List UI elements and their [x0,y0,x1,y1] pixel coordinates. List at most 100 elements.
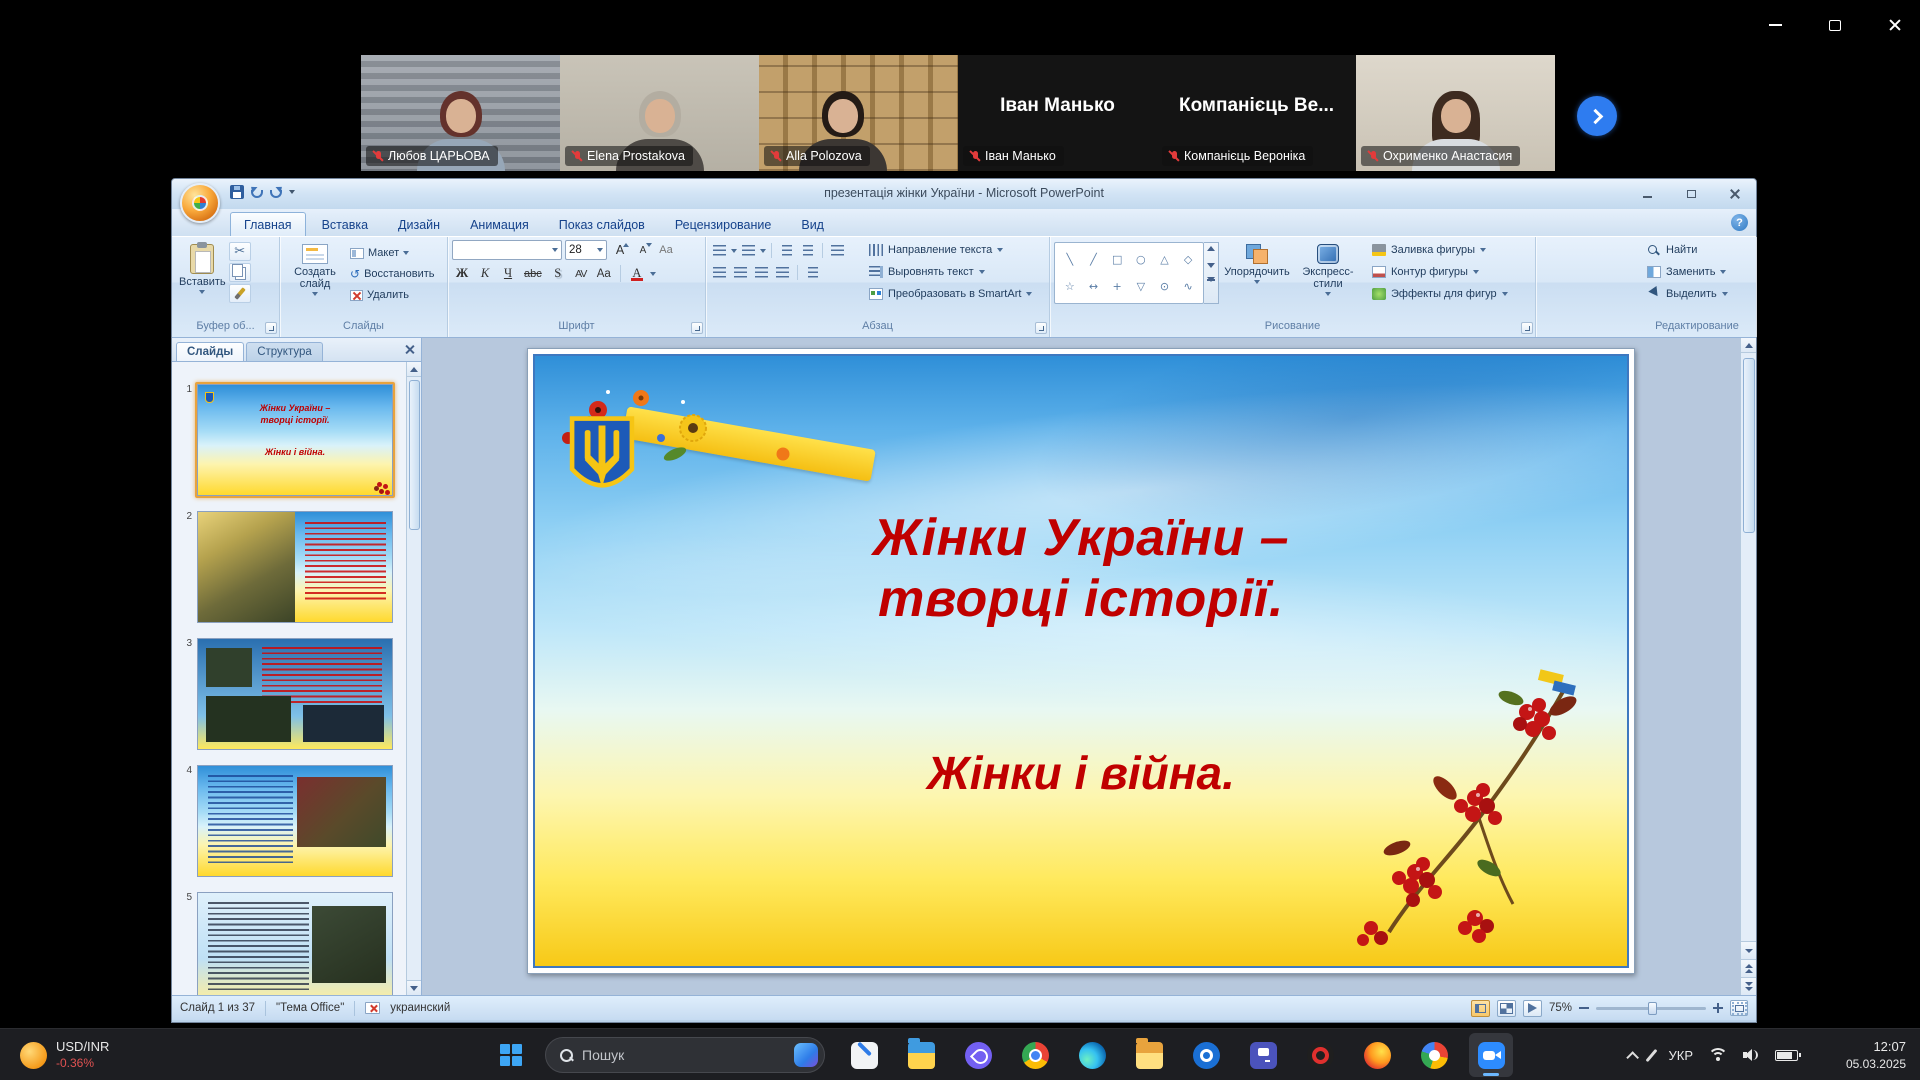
wifi-icon[interactable] [1708,1048,1728,1063]
taskbar-pen-input-app[interactable] [842,1033,886,1077]
spellcheck-icon[interactable] [365,1002,380,1014]
battery-icon[interactable] [1775,1050,1798,1061]
taskbar-zoom[interactable] [1469,1033,1513,1077]
new-slide-button[interactable]: Создать слайд [284,240,346,300]
dropdown-icon[interactable] [650,272,656,276]
fit-to-window-button[interactable] [1730,1000,1748,1016]
scrollbar-thumb[interactable] [1743,358,1755,533]
slide-sorter-button[interactable] [1497,1000,1516,1017]
line-spacing-button[interactable] [828,242,847,259]
office-button[interactable] [180,183,220,223]
scroll-up-icon[interactable] [407,362,421,377]
tab-design[interactable]: Дизайн [384,212,454,236]
minimize-button[interactable] [1764,14,1786,36]
numbering-button[interactable] [739,242,758,259]
reset-button[interactable]: ↺Восстановить [346,265,439,283]
start-button[interactable] [500,1044,522,1066]
zoom-slider[interactable] [1596,1007,1706,1010]
delete-slide-button[interactable]: Удалить [346,286,439,304]
zoom-slider-thumb[interactable] [1648,1002,1657,1015]
copy-button[interactable] [229,263,251,282]
underline-button[interactable]: Ч [498,264,518,283]
save-icon[interactable] [230,185,244,199]
quick-styles-button[interactable]: Экспресс-стили [1295,240,1361,300]
next-slide-button[interactable] [1741,977,1756,995]
align-left-button[interactable] [710,264,729,281]
character-spacing-button[interactable]: AV [571,264,591,283]
find-button[interactable]: Найти [1642,240,1752,260]
shape-outline-button[interactable]: Контур фигуры [1367,262,1531,282]
font-size-input[interactable] [569,244,597,256]
widgets-button[interactable]: USD/INR -0.36% [12,1029,117,1080]
tab-insert[interactable]: Вставка [308,212,382,236]
shape-effects-button[interactable]: Эффекты для фигур [1367,284,1531,304]
title-bar[interactable]: презентація жінки України - Microsoft Po… [172,179,1756,209]
close-button[interactable] [1884,14,1906,36]
previous-slide-button[interactable] [1741,959,1756,977]
slide-thumbnail[interactable] [195,636,395,752]
align-center-button[interactable] [731,264,750,281]
pen-tray-icon[interactable] [1646,1048,1658,1061]
tab-animation[interactable]: Анимация [456,212,543,236]
volume-icon[interactable] [1743,1048,1760,1062]
justify-button[interactable] [773,264,792,281]
text-direction-button[interactable]: Направление текста [864,240,1045,260]
format-painter-button[interactable] [229,284,251,303]
participant-tile[interactable]: Alla Polozova [759,55,958,171]
editor-scrollbar[interactable] [1740,338,1756,995]
participant-tile-no-video[interactable]: Компанієць Ве... Компанієць Вероніка [1157,55,1356,171]
taskbar-viber[interactable] [956,1033,1000,1077]
search-input[interactable] [582,1047,785,1063]
language-indicator[interactable]: украинский [390,1002,450,1014]
slide-thumbnail[interactable] [195,890,395,995]
dialog-launcher[interactable] [691,322,703,334]
redo-icon[interactable] [270,190,282,198]
clear-formatting-button[interactable]: Aa [656,241,676,260]
taskbar-file-explorer[interactable] [899,1033,943,1077]
zoom-in-icon[interactable] [1713,1003,1723,1013]
slide-thumbnail-selected[interactable]: Жінки України – творці історії. Жінки і … [195,382,395,498]
font-name-combo[interactable] [452,240,562,260]
slide-thumbnail[interactable] [195,509,395,625]
change-case-button[interactable]: Aa [594,264,614,283]
layout-button[interactable]: Макет [346,244,439,262]
taskbar-folder-app[interactable] [1127,1033,1171,1077]
shape-fill-button[interactable]: Заливка фигуры [1367,240,1531,260]
taskbar-google-app[interactable] [1412,1033,1456,1077]
replace-button[interactable]: Заменить [1642,262,1752,282]
panel-scrollbar[interactable] [406,362,421,995]
participant-tile-no-video[interactable]: Іван Манько Іван Манько [958,55,1157,171]
decrease-indent-button[interactable] [777,242,796,259]
slide-thumbnail[interactable] [195,763,395,879]
scroll-up-icon[interactable] [1741,338,1756,353]
dialog-launcher[interactable] [265,322,277,334]
taskbar-opera[interactable] [1298,1033,1342,1077]
align-text-button[interactable]: Выровнять текст [864,262,1045,282]
normal-view-button[interactable] [1471,1000,1490,1017]
tray-overflow-icon[interactable] [1627,1051,1640,1064]
keyboard-language[interactable]: УКР [1668,1048,1693,1063]
taskbar-teams[interactable] [1241,1033,1285,1077]
arrange-button[interactable]: Упорядочить [1223,240,1291,288]
select-button[interactable]: Выделить [1642,284,1752,304]
tab-slideshow[interactable]: Показ слайдов [545,212,659,236]
strikethrough-button[interactable]: abc [521,264,545,283]
restore-button[interactable] [1680,185,1702,202]
taskbar-outlook[interactable] [1184,1033,1228,1077]
font-name-input[interactable] [456,244,552,256]
tab-review[interactable]: Рецензирование [661,212,786,236]
taskbar-search[interactable] [545,1037,825,1073]
text-shadow-button[interactable]: S [548,264,568,283]
paste-button[interactable]: Вставить [176,240,229,298]
columns-button[interactable] [803,264,822,281]
italic-button[interactable]: К [475,264,495,283]
slide-title[interactable]: Жінки України – творці історії. [535,508,1627,631]
restore-button[interactable] [1824,14,1846,36]
tab-home[interactable]: Главная [230,212,306,236]
font-size-combo[interactable] [565,240,607,260]
panel-tab-slides[interactable]: Слайды [176,342,244,361]
cut-button[interactable]: ✂ [229,242,251,261]
shapes-gallery[interactable]: ╲ ╱ □ ○ △ ◇ ☆ ↔ + ▽ ⊙ ∿ [1054,242,1204,304]
dialog-launcher[interactable] [1521,322,1533,334]
qat-dropdown-icon[interactable] [289,190,295,194]
